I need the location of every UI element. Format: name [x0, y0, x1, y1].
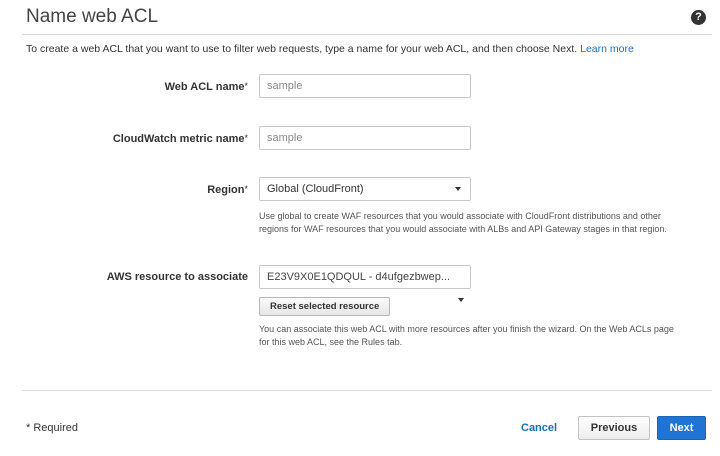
- chevron-down-icon: [455, 187, 461, 191]
- intro-sentence: To create a web ACL that you want to use…: [26, 43, 578, 55]
- region-select[interactable]: Global (CloudFront): [259, 177, 471, 201]
- cancel-link[interactable]: Cancel: [521, 422, 557, 434]
- region-selected-value: Global (CloudFront): [267, 183, 364, 195]
- learn-more-link[interactable]: Learn more: [580, 43, 634, 55]
- page-title: Name web ACL: [26, 6, 159, 27]
- metric-name-label-text: CloudWatch metric name: [112, 133, 245, 145]
- region-label: Region*: [18, 184, 248, 196]
- intro-text: To create a web ACL that you want to use…: [26, 43, 634, 55]
- resource-hint: You can associate this web ACL with more…: [259, 324, 674, 347]
- web-acl-name-input[interactable]: [259, 74, 471, 98]
- required-note: * Required: [26, 422, 78, 434]
- resource-label-text: AWS resource to associate: [106, 271, 248, 283]
- region-hint: Use global to create WAF resources that …: [259, 211, 667, 234]
- next-button[interactable]: Next: [657, 416, 706, 440]
- title-divider: [22, 34, 712, 35]
- help-icon[interactable]: ?: [691, 10, 706, 25]
- reset-resource-button[interactable]: Reset selected resource: [259, 297, 391, 316]
- resource-label: AWS resource to associate: [18, 271, 248, 283]
- chevron-down-icon[interactable]: [458, 298, 464, 302]
- resource-select[interactable]: E23V9X0E1QDQUL - d4ufgezbwep...: [259, 265, 471, 289]
- web-acl-name-label-text: Web ACL name: [164, 81, 245, 93]
- required-star: *: [244, 133, 248, 143]
- required-star: *: [244, 184, 248, 194]
- required-star: *: [244, 81, 248, 91]
- resource-selected-value: E23V9X0E1QDQUL - d4ufgezbwep...: [267, 271, 451, 283]
- footer-divider: [22, 390, 712, 391]
- metric-name-input[interactable]: [259, 126, 471, 150]
- metric-name-label: CloudWatch metric name*: [18, 133, 248, 145]
- web-acl-name-label: Web ACL name*: [18, 81, 248, 93]
- region-label-text: Region: [207, 184, 245, 196]
- previous-button[interactable]: Previous: [578, 416, 650, 440]
